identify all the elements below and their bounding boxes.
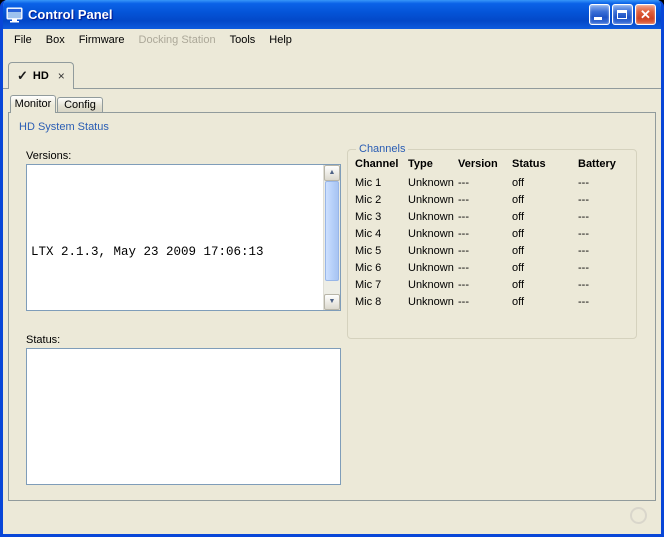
status-label: Status: xyxy=(26,334,61,346)
channels-group: Channels Channel Type Version Status Bat… xyxy=(347,143,637,339)
cell-channel: Mic 4 xyxy=(355,227,382,240)
cell-type: Unknown xyxy=(408,176,454,189)
table-row: Mic 1 Unknown --- off --- xyxy=(352,174,632,191)
cell-version: --- xyxy=(458,278,469,291)
column-header: Battery xyxy=(578,158,616,170)
maximize-button[interactable] xyxy=(612,4,633,25)
close-icon: ✕ xyxy=(640,7,651,22)
cell-channel: Mic 5 xyxy=(355,244,382,257)
cell-version: --- xyxy=(458,295,469,308)
cell-channel: Mic 6 xyxy=(355,261,382,274)
menu-file[interactable]: File xyxy=(7,31,39,49)
menu-firmware[interactable]: Firmware xyxy=(72,31,132,49)
cell-battery: --- xyxy=(578,193,589,206)
menu-box[interactable]: Box xyxy=(39,31,72,49)
cell-status: off xyxy=(512,295,525,308)
cell-battery: --- xyxy=(578,227,589,240)
column-header: Channel xyxy=(355,158,399,170)
cell-battery: --- xyxy=(578,210,589,223)
table-header-row: Channel Type Version Status Battery xyxy=(352,155,632,174)
device-tab-hd[interactable]: ✓ HD × xyxy=(8,62,74,89)
tab-config[interactable]: Config xyxy=(57,97,103,112)
cell-battery: --- xyxy=(578,295,589,308)
cell-type: Unknown xyxy=(408,244,454,257)
cell-battery: --- xyxy=(578,176,589,189)
menu-help[interactable]: Help xyxy=(262,31,299,49)
device-tabstrip: ✓ HD × xyxy=(3,50,661,89)
table-row: Mic 8 Unknown --- off --- xyxy=(352,293,632,310)
cell-version: --- xyxy=(458,227,469,240)
scroll-down-button[interactable]: ▼ xyxy=(324,294,340,310)
cell-channel: Mic 8 xyxy=(355,295,382,308)
scrollbar-thumb[interactable] xyxy=(325,181,339,281)
cell-status: off xyxy=(512,261,525,274)
cell-type: Unknown xyxy=(408,295,454,308)
minimize-button[interactable] xyxy=(589,4,610,25)
app-icon xyxy=(6,7,24,23)
versions-text: LTX 2.1.3, May 23 2009 17:06:13 AVR 2.0.… xyxy=(27,165,323,310)
titlebar-buttons: ✕ xyxy=(589,4,656,25)
window-title: Control Panel xyxy=(28,7,113,22)
device-tab-close-icon[interactable]: × xyxy=(58,69,65,83)
version-line: LTX 2.1.3, May 23 2009 17:06:13 xyxy=(31,245,264,259)
check-icon: ✓ xyxy=(17,68,28,83)
menu-docking-station: Docking Station xyxy=(138,33,216,46)
cell-type: Unknown xyxy=(408,193,454,206)
cell-status: off xyxy=(512,193,525,206)
versions-label: Versions: xyxy=(26,150,72,162)
channels-table: Channel Type Version Status Battery Mic … xyxy=(352,155,632,310)
table-row: Mic 6 Unknown --- off --- xyxy=(352,259,632,276)
cell-status: off xyxy=(512,227,525,240)
device-tab-label: HD xyxy=(32,70,49,82)
column-header: Version xyxy=(458,158,498,170)
cell-version: --- xyxy=(458,193,469,206)
menubar: File Box Firmware Docking Station Tools … xyxy=(3,29,661,50)
minimize-icon xyxy=(594,17,602,20)
cell-version: --- xyxy=(458,176,469,189)
cell-status: off xyxy=(512,244,525,257)
menu-tools[interactable]: Tools xyxy=(223,31,263,49)
cell-version: --- xyxy=(458,210,469,223)
table-row: Mic 4 Unknown --- off --- xyxy=(352,225,632,242)
cell-battery: --- xyxy=(578,261,589,274)
cell-battery: --- xyxy=(578,244,589,257)
cell-channel: Mic 1 xyxy=(355,176,382,189)
channels-table-body: Mic 1 Unknown --- off --- Mic 2 Unknown … xyxy=(352,174,632,310)
cell-type: Unknown xyxy=(408,278,454,291)
versions-box[interactable]: LTX 2.1.3, May 23 2009 17:06:13 AVR 2.0.… xyxy=(26,164,341,311)
column-header: Status xyxy=(512,158,546,170)
cell-channel: Mic 3 xyxy=(355,210,382,223)
maximize-icon xyxy=(617,10,627,19)
tab-monitor[interactable]: Monitor xyxy=(10,95,56,113)
cell-status: off xyxy=(512,278,525,291)
cell-type: Unknown xyxy=(408,261,454,274)
table-row: Mic 7 Unknown --- off --- xyxy=(352,276,632,293)
table-row: Mic 2 Unknown --- off --- xyxy=(352,191,632,208)
titlebar: Control Panel ✕ xyxy=(3,0,661,29)
channels-group-title: Channels xyxy=(359,143,406,155)
cell-status: off xyxy=(512,210,525,223)
column-header: Type xyxy=(408,158,433,170)
cell-status: off xyxy=(512,176,525,189)
close-button[interactable]: ✕ xyxy=(635,4,656,25)
cell-channel: Mic 7 xyxy=(355,278,382,291)
monitor-panel: HD System Status Versions: LTX 2.1.3, Ma… xyxy=(8,112,656,501)
status-box[interactable] xyxy=(26,348,341,485)
cell-battery: --- xyxy=(578,278,589,291)
status-led-circle xyxy=(630,507,647,524)
cell-type: Unknown xyxy=(408,227,454,240)
table-row: Mic 5 Unknown --- off --- xyxy=(352,242,632,259)
control-panel-window: Control Panel ✕ File Box Firmware Dockin… xyxy=(0,0,664,537)
cell-channel: Mic 2 xyxy=(355,193,382,206)
cell-type: Unknown xyxy=(408,210,454,223)
cell-version: --- xyxy=(458,244,469,257)
table-row: Mic 3 Unknown --- off --- xyxy=(352,208,632,225)
cell-version: --- xyxy=(458,261,469,274)
versions-scrollbar[interactable]: ▲ ▼ xyxy=(323,165,340,310)
page-title: HD System Status xyxy=(19,121,109,133)
scroll-up-button[interactable]: ▲ xyxy=(324,165,340,181)
